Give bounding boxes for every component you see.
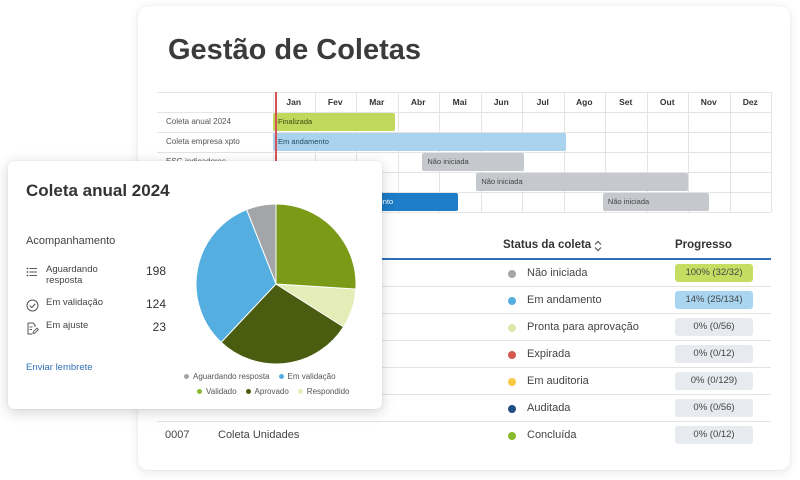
metric-awaiting-response: Aguardando resposta 198: [26, 264, 166, 288]
gantt-month-label: Mai: [452, 97, 467, 107]
gantt-bar[interactable]: Em andamento: [273, 133, 566, 151]
progress-badge: 0% (0/56): [675, 318, 753, 336]
gantt-month-label: Jun: [493, 97, 509, 107]
legend-item: Respondido: [297, 387, 350, 396]
gantt-bar[interactable]: Finalizada: [273, 113, 396, 131]
gantt-month-label: Jul: [536, 97, 549, 107]
legend-label: Aprovado: [254, 387, 289, 396]
legend-label: Validado: [206, 387, 237, 396]
legend-row: Aguardando resposta Em validação: [184, 372, 374, 381]
metric-value: 198: [145, 264, 166, 278]
legend-label: Respondido: [306, 387, 350, 396]
progress-column-header: Progresso: [675, 239, 732, 251]
metric-label: Aguardando resposta: [46, 264, 98, 286]
status-column-header[interactable]: Status da coleta: [503, 239, 591, 251]
progress-badge: 0% (0/12): [675, 345, 753, 363]
gantt-month-label: Out: [659, 97, 675, 107]
status-text: Auditada: [527, 402, 571, 414]
metric-label: Em ajuste: [46, 320, 89, 331]
gantt-month-label: Abr: [410, 97, 426, 107]
legend-item: Aguardando resposta: [184, 372, 270, 381]
metric-in-adjustment: Em ajuste 23: [26, 320, 166, 344]
metric-value: 124: [145, 297, 166, 311]
gantt-month-label: Ago: [575, 97, 593, 107]
page-title: Gestão de Coletas: [168, 34, 422, 66]
status-dot: [508, 297, 516, 305]
list-icon: [26, 267, 37, 277]
check-circle-icon: [26, 299, 39, 312]
popup-title: Coleta anual 2024: [26, 181, 170, 200]
status-dot: [508, 324, 516, 332]
progress-badge: 0% (0/12): [675, 426, 753, 444]
collection-name: Coleta Unidades: [218, 429, 300, 441]
legend-item: Validado: [197, 387, 237, 396]
send-reminder-link[interactable]: Enviar lembrete: [26, 362, 93, 373]
status-pie-chart: [195, 203, 357, 365]
status-text: Concluída: [527, 429, 577, 441]
legend-dot: [278, 374, 284, 379]
gantt-row-label: Coleta empresa xpto: [166, 137, 240, 146]
metric-label: Em validação: [46, 297, 104, 308]
status-dot: [508, 432, 516, 440]
gantt-bar[interactable]: Não iniciada: [422, 153, 525, 171]
legend-dot: [184, 374, 189, 379]
table-row[interactable]: 0007 Coleta Unidades Concluída 0% (0/12): [157, 422, 771, 449]
gantt-month-label: Dez: [742, 97, 758, 107]
gantt-bar[interactable]: Não iniciada: [476, 173, 688, 191]
status-dot: [508, 270, 516, 278]
progress-badge: 0% (0/129): [675, 372, 753, 390]
gantt-month-label: Jan: [286, 97, 302, 107]
metric-value: 23: [152, 320, 166, 334]
collection-id: 0007: [165, 429, 190, 441]
pie-slice: [275, 203, 357, 290]
gantt-month-label: Fev: [327, 97, 343, 107]
gantt-row-label: Coleta anual 2024: [166, 117, 231, 126]
collection-summary-popup: Coleta anual 2024 Acompanhamento Aguarda…: [8, 161, 382, 409]
gantt-bar[interactable]: Não iniciada: [602, 193, 709, 211]
metric-in-validation: Em validação 124: [26, 297, 166, 321]
gantt-column-line: [771, 92, 772, 212]
status-text: Expirada: [527, 348, 571, 360]
legend-item: Aprovado: [245, 387, 289, 396]
legend-label: Aguardando resposta: [193, 372, 270, 381]
progress-badge: 0% (0/56): [675, 399, 753, 417]
status-text: Em andamento: [527, 294, 602, 306]
gantt-month-label: Set: [619, 97, 633, 107]
legend-row: Validado Aprovado Respondido: [184, 387, 374, 396]
status-dot: [508, 378, 516, 386]
status-text: Em auditoria: [527, 375, 589, 387]
popup-subtitle: Acompanhamento: [26, 235, 116, 247]
gantt-month-label: Nov: [700, 97, 717, 107]
legend-dot: [245, 389, 251, 394]
progress-badge: 14% (25/134): [675, 291, 753, 309]
edit-icon: [27, 322, 39, 335]
status-dot: [508, 351, 516, 359]
legend-label: Em validação: [287, 372, 336, 381]
sort-icon[interactable]: [593, 240, 603, 252]
status-dot: [508, 405, 516, 413]
legend-dot: [297, 389, 303, 394]
status-text: Não iniciada: [527, 267, 588, 279]
progress-badge: 100% (32/32): [675, 264, 753, 282]
legend-dot: [197, 389, 202, 394]
gantt-month-label: Mar: [369, 97, 385, 107]
status-text: Pronta para aprovação: [527, 321, 639, 333]
legend-item: Em validação: [278, 372, 336, 381]
gantt-row-line: [157, 112, 771, 113]
pie-legend: Aguardando resposta Em validação Validado A…: [184, 372, 374, 402]
